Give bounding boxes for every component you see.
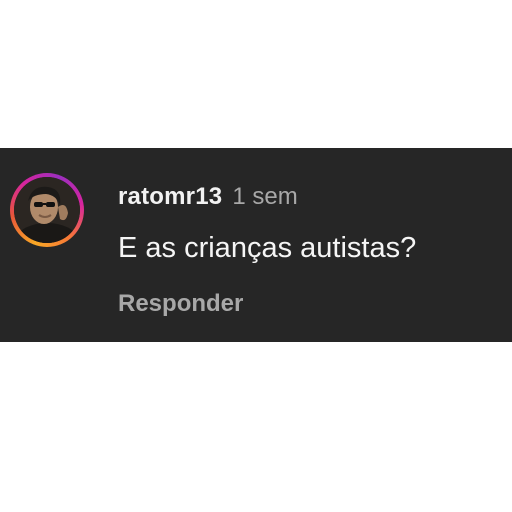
timestamp: 1 sem <box>232 183 298 210</box>
story-ring[interactable] <box>10 173 84 247</box>
avatar[interactable] <box>14 177 80 243</box>
reply-button[interactable]: Responder <box>118 290 243 318</box>
profile-photo-icon <box>14 177 80 243</box>
comment-card: ratomr13 1 sem E as crianças autistas? Re… <box>0 148 512 342</box>
username[interactable]: ratomr13 <box>118 183 222 210</box>
comment-text: E as crianças autistas? <box>118 232 417 264</box>
comment-meta: ratomr13 1 sem <box>118 183 298 211</box>
